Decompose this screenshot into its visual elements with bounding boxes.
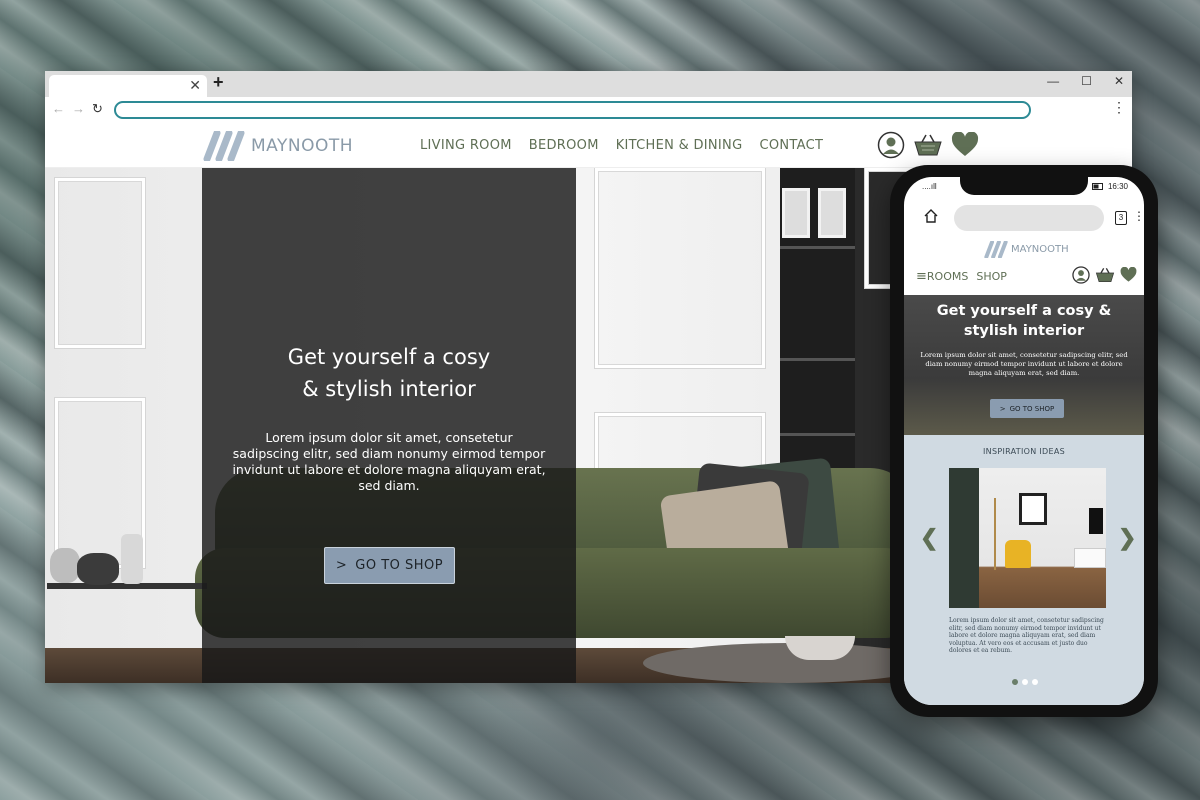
door bbox=[949, 468, 979, 608]
phone-notch bbox=[960, 177, 1088, 195]
nav-bedroom[interactable]: BEDROOM bbox=[529, 138, 599, 153]
carousel-dots bbox=[1012, 679, 1038, 685]
mobile-phone: ....ıll 16:30 3 ⋮ MAYNOOTH ≡ ROOMS SHOP … bbox=[890, 165, 1158, 717]
reload-icon[interactable]: ↻ bbox=[92, 101, 103, 117]
inspiration-image bbox=[949, 468, 1106, 608]
site-logo[interactable]: MAYNOOTH bbox=[203, 131, 353, 161]
chevron-right-icon: > bbox=[999, 404, 1006, 413]
status-time: 16:30 bbox=[1107, 182, 1128, 191]
nav-kitchen-dining[interactable]: KITCHEN & DINING bbox=[616, 138, 743, 153]
phone-screen: ....ıll 16:30 3 ⋮ MAYNOOTH ≡ ROOMS SHOP … bbox=[904, 177, 1144, 705]
hamburger-menu-icon[interactable]: ≡ bbox=[916, 269, 927, 284]
home-icon[interactable] bbox=[924, 209, 938, 223]
carousel-next-icon[interactable]: ❯ bbox=[1118, 525, 1136, 551]
shelf-board bbox=[780, 433, 855, 436]
floor-lamp bbox=[994, 498, 996, 570]
battery-icon bbox=[1091, 183, 1103, 190]
carousel-prev-icon[interactable]: ❮ bbox=[920, 525, 938, 551]
wall-art bbox=[1019, 493, 1047, 525]
address-bar: ← → ↻ ⋮ bbox=[45, 97, 1132, 123]
hero-title: Get yourself a cosy & stylish interior bbox=[202, 341, 576, 405]
heart-icon[interactable] bbox=[1120, 267, 1137, 283]
site-header: MAYNOOTH LIVING ROOM BEDROOM KITCHEN & D… bbox=[45, 123, 1132, 168]
mobile-brand-name: MAYNOOTH bbox=[1011, 244, 1069, 255]
wall-panel bbox=[55, 178, 145, 348]
shelf-board bbox=[780, 246, 855, 249]
carousel-dot[interactable] bbox=[1012, 679, 1018, 685]
hero-title-line1: Get yourself a cosy bbox=[287, 345, 491, 369]
sideboard bbox=[1074, 548, 1106, 568]
header-icons bbox=[877, 131, 979, 159]
mobile-menu-icon[interactable]: ⋮ bbox=[1133, 209, 1144, 223]
inspiration-title: INSPIRATION IDEAS bbox=[983, 447, 1065, 456]
browser-menu-icon[interactable]: ⋮ bbox=[1112, 99, 1126, 116]
new-tab-button[interactable]: + bbox=[213, 72, 224, 93]
mobile-go-to-shop-label: GO TO SHOP bbox=[1009, 404, 1055, 413]
status-right: 16:30 bbox=[1091, 182, 1128, 191]
hero-overlay: Get yourself a cosy & stylish interior L… bbox=[202, 168, 576, 683]
brand-name: MAYNOOTH bbox=[251, 136, 354, 156]
window-controls: — ☐ ✕ bbox=[1047, 74, 1124, 88]
carousel-dot[interactable] bbox=[1032, 679, 1038, 685]
carousel-dot[interactable] bbox=[1022, 679, 1028, 685]
mobile-logo[interactable]: MAYNOOTH bbox=[984, 241, 1069, 258]
mobile-url-input[interactable] bbox=[954, 205, 1104, 231]
logo-mark-icon bbox=[984, 241, 1008, 258]
mobile-hero: Get yourself a cosy & stylish interior L… bbox=[904, 295, 1144, 435]
mobile-hero-title-line1: Get yourself a cosy & bbox=[936, 303, 1112, 319]
mobile-header-icons bbox=[1072, 266, 1137, 284]
forward-icon[interactable]: → bbox=[72, 101, 85, 116]
wall-panel bbox=[595, 168, 765, 368]
logo-mark-icon bbox=[203, 131, 245, 161]
heart-icon[interactable] bbox=[951, 132, 979, 158]
go-to-shop-button[interactable]: > GO TO SHOP bbox=[324, 547, 455, 584]
tab-count-button[interactable]: 3 bbox=[1115, 211, 1127, 225]
url-input[interactable] bbox=[114, 101, 1031, 119]
mobile-hero-text: Lorem ipsum dolor sit amet, consetetur s… bbox=[920, 351, 1128, 377]
signal-icon: ....ıll bbox=[922, 182, 937, 191]
vase bbox=[50, 548, 80, 583]
mobile-go-to-shop-button[interactable]: > GO TO SHOP bbox=[990, 399, 1064, 418]
vase bbox=[121, 534, 143, 584]
mobile-hero-title-line2: stylish interior bbox=[963, 323, 1085, 339]
mobile-hero-title: Get yourself a cosy & stylish interior bbox=[904, 301, 1144, 341]
picture-frame bbox=[818, 188, 846, 238]
main-nav: LIVING ROOM BEDROOM KITCHEN & DINING CON… bbox=[420, 138, 823, 153]
chevron-right-icon: > bbox=[335, 558, 348, 573]
inspiration-text: Lorem ipsum dolor sit amet, consetetur s… bbox=[949, 617, 1104, 654]
maximize-icon[interactable]: ☐ bbox=[1081, 74, 1092, 88]
nav-rooms[interactable]: ROOMS bbox=[927, 270, 968, 283]
shelf-board bbox=[780, 358, 855, 361]
nav-contact[interactable]: CONTACT bbox=[759, 138, 823, 153]
minimize-icon[interactable]: — bbox=[1047, 74, 1059, 88]
user-icon[interactable] bbox=[1072, 266, 1090, 284]
back-icon[interactable]: ← bbox=[52, 101, 65, 116]
bookshelf bbox=[780, 168, 855, 468]
basket-icon[interactable] bbox=[913, 133, 943, 157]
wall-art bbox=[1089, 508, 1103, 534]
hero-text: Lorem ipsum dolor sit amet, consetetur s… bbox=[232, 430, 546, 493]
picture-frame bbox=[782, 188, 810, 238]
go-to-shop-label: GO TO SHOP bbox=[355, 558, 444, 573]
basket-icon[interactable] bbox=[1095, 267, 1115, 283]
tab-close-icon[interactable]: ✕ bbox=[189, 77, 201, 94]
vase bbox=[77, 553, 119, 585]
mobile-address-bar: 3 ⋮ bbox=[904, 201, 1144, 235]
inspiration-section: INSPIRATION IDEAS ❮ ❯ Lorem ipsum dolor … bbox=[904, 435, 1144, 705]
mobile-nav: ≡ ROOMS SHOP bbox=[916, 269, 1007, 284]
hero-title-line2: & stylish interior bbox=[302, 377, 476, 401]
tab-bar: ✕ + — ☐ ✕ bbox=[45, 71, 1132, 97]
nav-shop[interactable]: SHOP bbox=[976, 270, 1007, 283]
yellow-armchair bbox=[1005, 540, 1031, 568]
browser-tab[interactable]: ✕ bbox=[49, 75, 207, 97]
nav-living-room[interactable]: LIVING ROOM bbox=[420, 138, 512, 153]
user-icon[interactable] bbox=[877, 131, 905, 159]
close-window-icon[interactable]: ✕ bbox=[1114, 74, 1124, 88]
